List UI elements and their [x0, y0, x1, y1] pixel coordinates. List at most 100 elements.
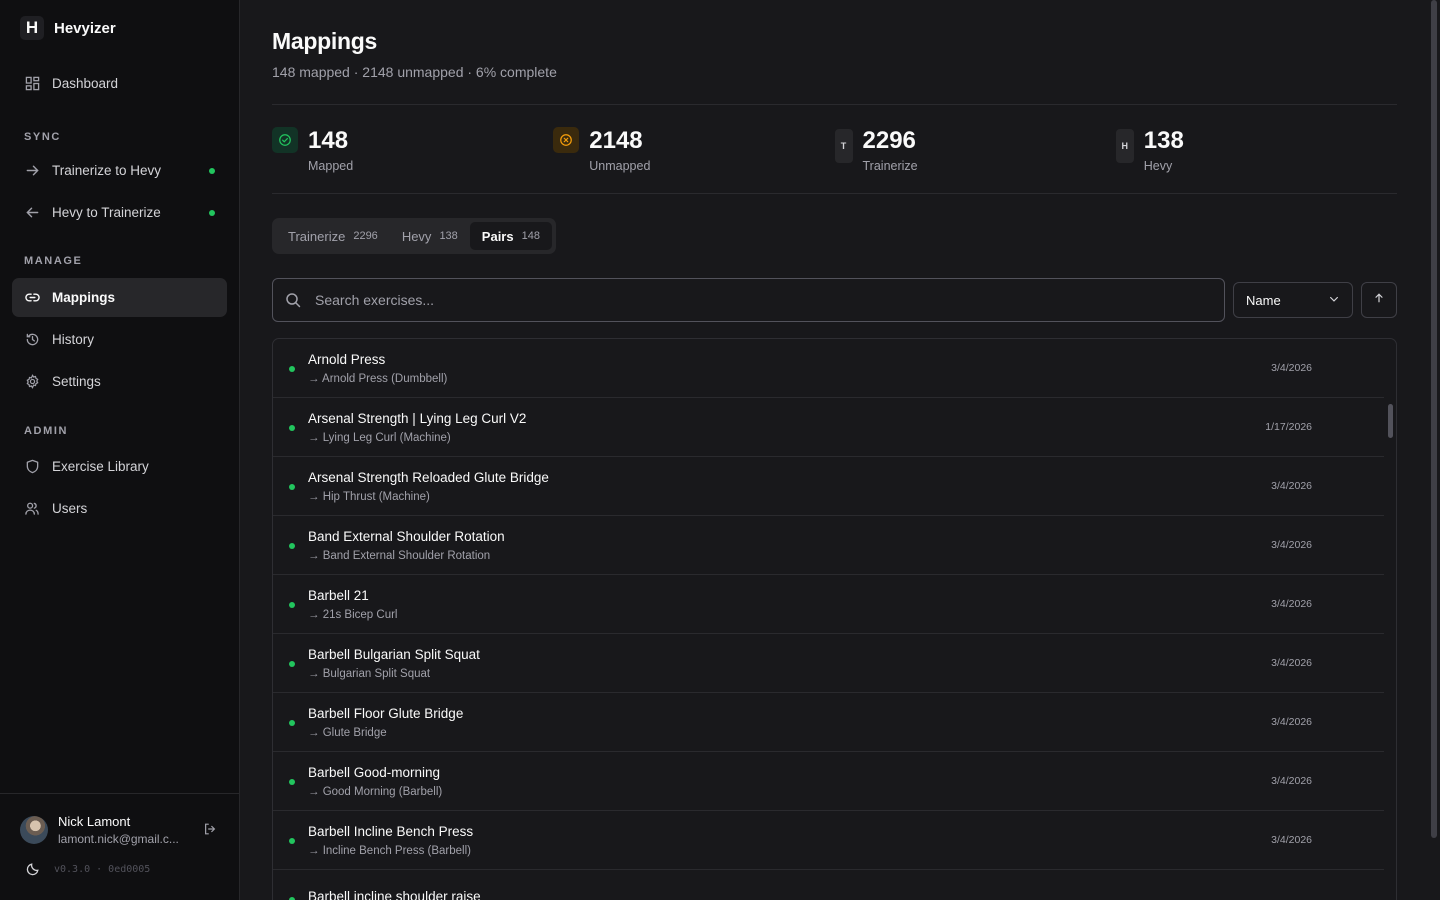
tab-label: Hevy: [401, 228, 432, 244]
list-toolbar: Name: [272, 278, 1397, 322]
sort-direction-button[interactable]: [1361, 282, 1397, 318]
sidebar-footer: Nick Lamont lamont.nick@gmail.c... v0.3.…: [0, 793, 239, 900]
brand-name: Hevyizer: [54, 19, 116, 37]
mapped-exercise: → Arnold Press (Dumbbell): [308, 372, 448, 385]
stat-unmapped: 2148 Unmapped: [553, 127, 834, 173]
mapped-exercise: → Bulgarian Split Squat: [308, 667, 431, 680]
sidebar-item-users[interactable]: Users: [12, 489, 227, 528]
mapped-exercise: → Hip Thrust (Machine): [308, 490, 430, 503]
sidebar-item-hevy-to-trainerize[interactable]: Hevy to Trainerize: [12, 193, 227, 232]
list-scrollbar[interactable]: [1388, 404, 1393, 438]
sidebar-item-trainerize-to-hevy[interactable]: Trainerize to Hevy: [12, 151, 227, 190]
mapped-exercise: → 21s Bicep Curl: [308, 608, 398, 621]
stat-value: 2296: [862, 127, 916, 154]
sidebar-item-history[interactable]: History: [12, 320, 227, 359]
mapped-date: 1/17/2026: [1265, 421, 1312, 433]
table-row[interactable]: Arnold Press → Arnold Press (Dumbbell) 3…: [273, 339, 1384, 398]
sidebar-item-label: Exercise Library: [52, 459, 149, 474]
mapped-status-dot: [289, 543, 295, 549]
search-icon: [285, 292, 301, 308]
table-row[interactable]: Barbell Bulgarian Split Squat → Bulgaria…: [273, 634, 1384, 693]
app-root: H Hevyizer Dashboard SYNC Trainerize to …: [0, 0, 1440, 900]
stat-hevy: H 138 Hevy: [1115, 127, 1397, 173]
table-row[interactable]: Barbell Good-morning → Good Morning (Bar…: [273, 752, 1384, 811]
check-circle-icon: [272, 127, 298, 153]
page-scrollbar[interactable]: [1431, 0, 1437, 838]
mapped-date: 3/4/2026: [1271, 480, 1312, 492]
table-row[interactable]: Barbell incline shoulder raise: [273, 870, 1384, 900]
stat-label: Mapped: [308, 159, 354, 173]
sidebar-item-label: Users: [52, 501, 88, 516]
sort-field-select[interactable]: Name: [1233, 282, 1353, 318]
status-dot: [209, 209, 215, 216]
mapped-status-dot: [289, 838, 295, 844]
sidebar-item-label: Settings: [52, 374, 101, 389]
table-row[interactable]: Barbell 21 → 21s Bicep Curl 3/4/2026: [273, 575, 1384, 634]
mapped-status-dot: [289, 661, 295, 667]
shield-icon: [24, 459, 40, 475]
nav-section-admin: ADMIN: [24, 425, 69, 437]
stat-value: 148: [308, 127, 349, 154]
mapped-exercise: → Incline Bench Press (Barbell): [308, 844, 471, 857]
page-title: Mappings: [272, 28, 377, 54]
mapped-date: 3/4/2026: [1271, 362, 1312, 374]
mapped-status-dot: [289, 720, 295, 726]
exercise-name: Arsenal Strength Reloaded Glute Bridge: [308, 469, 549, 485]
search-input[interactable]: [315, 292, 1212, 308]
search-box: [272, 278, 1225, 322]
tab-pairs[interactable]: Pairs 148: [469, 222, 552, 250]
tab-label: Pairs: [481, 228, 514, 244]
moon-icon[interactable]: [26, 862, 40, 876]
table-row[interactable]: Arsenal Strength Reloaded Glute Bridge →…: [273, 457, 1384, 516]
tab-label: Trainerize: [288, 228, 346, 244]
mapping-list: Arnold Press → Arnold Press (Dumbbell) 3…: [272, 338, 1397, 900]
logout-icon[interactable]: [203, 822, 219, 838]
table-row[interactable]: Barbell Floor Glute Bridge → Glute Bridg…: [273, 693, 1384, 752]
mapped-date: 3/4/2026: [1271, 834, 1312, 846]
tab-count: 2296: [353, 230, 378, 242]
mapped-exercise: → Band External Shoulder Rotation: [308, 549, 491, 562]
table-row[interactable]: Arsenal Strength | Lying Leg Curl V2 → L…: [273, 398, 1384, 457]
table-row[interactable]: Barbell Incline Bench Press → Incline Be…: [273, 811, 1384, 870]
table-row[interactable]: Band External Shoulder Rotation → Band E…: [273, 516, 1384, 575]
user-email: lamont.nick@gmail.c...: [58, 832, 179, 846]
exercise-name: Arsenal Strength | Lying Leg Curl V2: [308, 410, 527, 426]
nav-section-sync: SYNC: [24, 131, 61, 143]
chevron-down-icon: [1328, 293, 1340, 308]
sidebar-item-label: Trainerize to Hevy: [52, 163, 162, 178]
sidebar-item-exercise-library[interactable]: Exercise Library: [12, 447, 227, 486]
mapped-status-dot: [289, 779, 295, 785]
link-icon: [24, 290, 40, 306]
exercise-name: Barbell Floor Glute Bridge: [308, 705, 464, 721]
tab-trainerize[interactable]: Trainerize 2296: [276, 222, 390, 250]
mapped-status-dot: [289, 484, 295, 490]
stat-value: 138: [1143, 127, 1184, 154]
exercise-name: Band External Shoulder Rotation: [308, 528, 505, 544]
exercise-name: Barbell Incline Bench Press: [308, 823, 474, 839]
sidebar-item-settings[interactable]: Settings: [12, 362, 227, 401]
sidebar-item-label: Mappings: [52, 290, 115, 305]
stat-label: Trainerize: [862, 159, 918, 173]
tab-count: 148: [521, 230, 540, 242]
stats-row: 148 Mapped 2148 Unmapped T 2296 Traineri…: [272, 105, 1397, 193]
view-tabs: Trainerize 2296 Hevy 138 Pairs 148: [272, 218, 556, 254]
stat-label: Unmapped: [589, 159, 651, 173]
sidebar-item-mappings[interactable]: Mappings: [12, 278, 227, 317]
brand[interactable]: H Hevyizer: [0, 0, 239, 56]
page-subtitle: 148 mapped · 2148 unmapped · 6% complete: [272, 64, 557, 80]
x-circle-icon: [553, 127, 580, 153]
mapped-date: 3/4/2026: [1271, 657, 1312, 669]
exercise-name: Barbell Good-morning: [308, 764, 441, 780]
arrow-up-icon: [1373, 291, 1385, 309]
arrow-left-icon: [24, 205, 40, 221]
sidebar-item-dashboard[interactable]: Dashboard: [12, 64, 227, 103]
exercise-name: Barbell Bulgarian Split Squat: [308, 646, 480, 662]
divider: [272, 193, 1397, 194]
tab-hevy[interactable]: Hevy 138: [390, 222, 470, 250]
avatar: [20, 816, 48, 844]
mapped-date: 3/4/2026: [1271, 716, 1312, 728]
sort-field-value: Name: [1246, 292, 1281, 308]
mapped-exercise: → Good Morning (Barbell): [308, 785, 443, 798]
user-profile[interactable]: Nick Lamont lamont.nick@gmail.c...: [0, 794, 239, 846]
sidebar-item-label: Dashboard: [52, 76, 119, 91]
